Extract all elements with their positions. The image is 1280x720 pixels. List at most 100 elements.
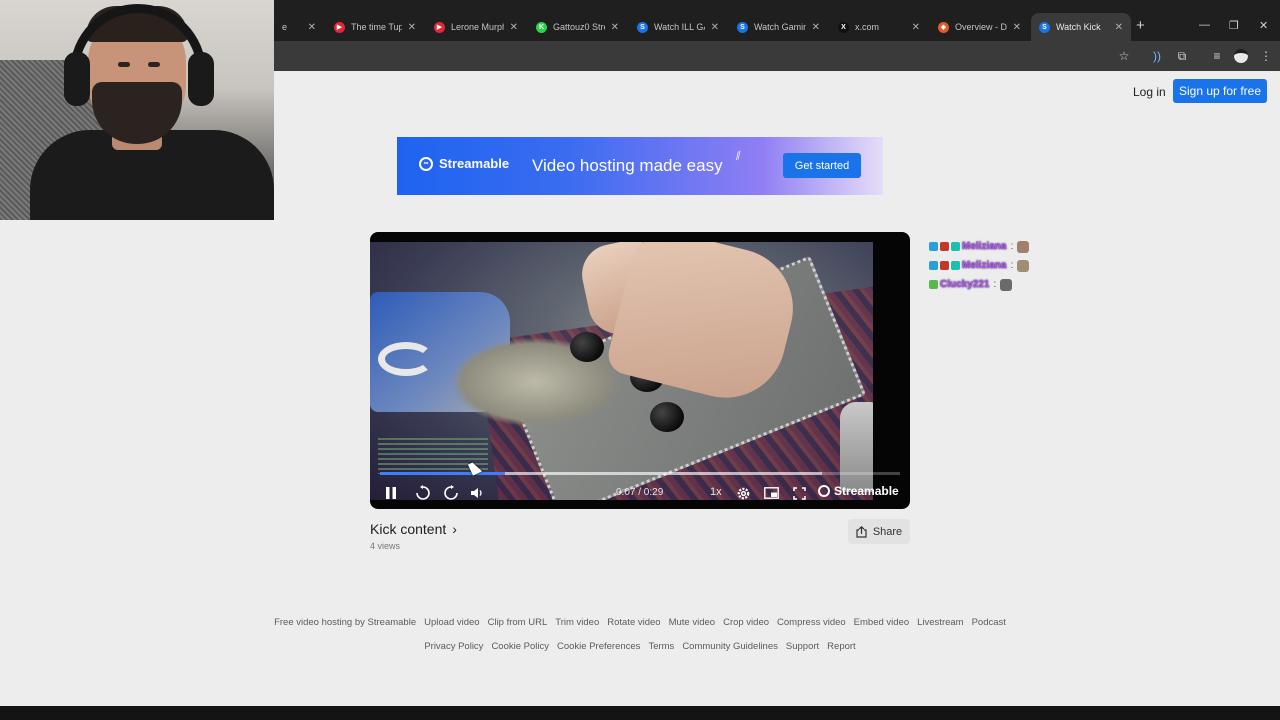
- footer-link[interactable]: Cookie Preferences: [557, 641, 640, 652]
- new-tab-button[interactable]: +: [1136, 17, 1145, 34]
- footer-link[interactable]: Podcast: [972, 617, 1006, 628]
- footer-link[interactable]: Privacy Policy: [424, 641, 483, 652]
- browser-tab[interactable]: K Gattouz0 Strea ✕: [528, 13, 627, 41]
- browser-tab[interactable]: e ✕: [274, 13, 324, 41]
- footer-link[interactable]: Cookie Policy: [491, 641, 549, 652]
- tab-title: Watch ILL GAM: [654, 22, 705, 32]
- tab-title: Lerone Murphy: [451, 22, 504, 32]
- fullscreen-icon[interactable]: [790, 483, 808, 503]
- browser-menu-icon[interactable]: ⋮: [1258, 48, 1274, 64]
- banner-logo: ∞ Streamable: [419, 156, 509, 171]
- footer-link[interactable]: Crop video: [723, 617, 769, 628]
- tab-close-icon[interactable]: ✕: [510, 22, 518, 33]
- bottom-bar: [0, 706, 1280, 720]
- volume-icon[interactable]: [469, 483, 485, 503]
- chat-separator: :: [1010, 241, 1014, 252]
- chat-message: Meliziana:: [929, 237, 1049, 256]
- tab-favicon-icon: S: [637, 21, 648, 33]
- read-aloud-icon[interactable]: )): [1149, 48, 1165, 64]
- chat-message: Clucky221:: [929, 275, 1049, 294]
- banner-brand: Streamable: [439, 156, 510, 171]
- tab-title: Gattouz0 Strea: [553, 22, 605, 32]
- restore-button[interactable]: ❐: [1229, 19, 1239, 32]
- footer-link[interactable]: Upload video: [424, 617, 479, 628]
- footer-link[interactable]: Clip from URL: [488, 617, 548, 628]
- signup-button[interactable]: Sign up for free: [1173, 79, 1267, 103]
- chat-badge-icon: [929, 261, 938, 270]
- chat-badge-icon: [951, 242, 960, 251]
- webcam-overlay: [0, 0, 274, 220]
- footer-link[interactable]: Terms: [648, 641, 674, 652]
- chat-separator: :: [1010, 260, 1014, 271]
- tab-favicon-icon: ▶: [434, 21, 445, 33]
- playback-time: 0:07 / 0:29: [616, 487, 664, 498]
- tab-close-icon[interactable]: ✕: [308, 22, 316, 33]
- share-button[interactable]: Share: [848, 519, 910, 544]
- banner-tagline: Video hosting made easy: [532, 156, 723, 175]
- chat-badge-icon: [940, 242, 949, 251]
- playback-speed-button[interactable]: 1x: [710, 486, 722, 498]
- tab-favicon-icon: ▶: [334, 21, 345, 33]
- browser-tab[interactable]: S Watch Kick ✕: [1031, 13, 1131, 41]
- tab-title: x.com: [855, 22, 880, 32]
- chat-emote-icon: [1017, 240, 1030, 253]
- media-controls-icon[interactable]: ≡: [1209, 48, 1225, 64]
- get-started-button[interactable]: Get started: [783, 153, 861, 178]
- tab-favicon-icon: ◆: [938, 21, 949, 33]
- forward-icon[interactable]: [442, 483, 460, 503]
- minimize-button[interactable]: —: [1199, 19, 1210, 31]
- footer-links-row-1: Free video hosting by Streamable Upload v…: [0, 617, 1280, 628]
- tab-close-icon[interactable]: ✕: [1013, 22, 1021, 33]
- chat-username: Meliziana: [962, 260, 1007, 271]
- video-player[interactable]: 0:07 / 0:29 1x Streamable: [370, 232, 910, 509]
- chat-separator: :: [993, 279, 997, 290]
- bookmark-star-icon[interactable]: ☆: [1116, 48, 1132, 64]
- footer-link[interactable]: Embed video: [854, 617, 909, 628]
- footer-link[interactable]: Rotate video: [607, 617, 660, 628]
- video-title[interactable]: Kick content ›: [370, 521, 457, 537]
- chevron-right-icon: ›: [452, 521, 457, 537]
- share-icon: [856, 525, 867, 538]
- pause-icon[interactable]: [384, 483, 398, 503]
- footer-link[interactable]: Trim video: [555, 617, 599, 628]
- rewind-icon[interactable]: [414, 483, 432, 503]
- login-link[interactable]: Log in: [1127, 82, 1172, 101]
- tab-close-icon[interactable]: ✕: [408, 22, 416, 33]
- extensions-icon[interactable]: ⧉: [1174, 48, 1190, 64]
- footer-link[interactable]: Report: [827, 641, 856, 652]
- video-scene-ball: [650, 402, 684, 432]
- settings-gear-icon[interactable]: [734, 483, 752, 503]
- progress-bar[interactable]: [380, 472, 900, 475]
- browser-tab[interactable]: S Watch Gaming ✕: [729, 13, 828, 41]
- tab-close-icon[interactable]: ✕: [1115, 22, 1123, 33]
- picture-in-picture-icon[interactable]: [762, 483, 780, 503]
- progress-played: [380, 472, 506, 475]
- video-scene-ring: [378, 342, 434, 376]
- tab-close-icon[interactable]: ✕: [611, 22, 619, 33]
- footer-link[interactable]: Community Guidelines: [682, 641, 778, 652]
- tab-close-icon[interactable]: ✕: [711, 22, 719, 33]
- chat-username: Meliziana: [962, 241, 1007, 252]
- browser-tab[interactable]: Xx.com ✕: [830, 13, 928, 41]
- browser-tab[interactable]: S Watch ILL GAM ✕: [629, 13, 727, 41]
- footer-link[interactable]: Mute video: [669, 617, 715, 628]
- close-window-button[interactable]: ✕: [1259, 19, 1268, 32]
- tab-close-icon[interactable]: ✕: [912, 22, 920, 33]
- chat-username: Clucky221: [940, 279, 990, 290]
- browser-tab[interactable]: ◆ Overview - Da ✕: [930, 13, 1029, 41]
- profile-avatar-icon[interactable]: [1233, 48, 1249, 64]
- video-frame[interactable]: [370, 242, 873, 500]
- footer-link[interactable]: Support: [786, 641, 819, 652]
- footer-link[interactable]: Livestream: [917, 617, 963, 628]
- footer-links-row-2: Privacy Policy Cookie Policy Cookie Prefer…: [0, 641, 1280, 652]
- player-brand-logo[interactable]: Streamable: [818, 484, 899, 498]
- chat-badge-icon: [940, 261, 949, 270]
- browser-tab[interactable]: ▶ The time Tupa ✕: [326, 13, 424, 41]
- footer-link[interactable]: Compress video: [777, 617, 846, 628]
- tab-close-icon[interactable]: ✕: [812, 22, 820, 33]
- footer-link[interactable]: Free video hosting by Streamable: [274, 617, 416, 628]
- video-scene-ball: [570, 332, 604, 362]
- chat-emote-icon: [1017, 259, 1030, 272]
- browser-tab[interactable]: ▶ Lerone Murphy ✕: [426, 13, 526, 41]
- chat-message: Meliziana:: [929, 256, 1049, 275]
